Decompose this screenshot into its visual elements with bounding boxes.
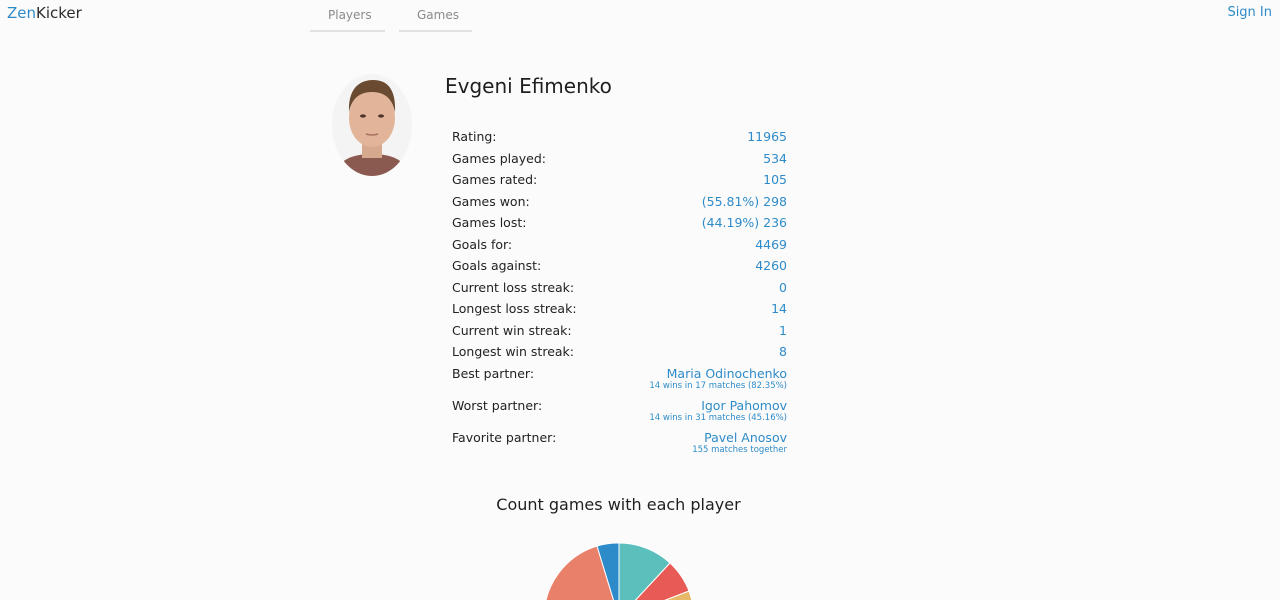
stat-row-rating: Rating: 11965 [452,126,787,148]
stat-row-games-rated: Games rated: 105 [452,169,787,191]
stat-row-longest-win-streak: Longest win streak: 8 [452,341,787,363]
stat-label: Longest loss streak: [452,301,577,316]
partner-value: Pavel Anosov 155 matches together [692,430,787,455]
stat-value: 11965 [747,129,787,144]
stat-row-games-won: Games won: (55.81%) 298 [452,191,787,213]
stat-row-current-win-streak: Current win streak: 1 [452,320,787,342]
favorite-partner-detail: 155 matches together [692,444,787,455]
stat-label: Games rated: [452,172,538,187]
stat-value: (44.19%) 236 [701,215,787,230]
stat-label: Games played: [452,150,547,166]
stat-label: Longest win streak: [452,344,574,359]
stat-value: 8 [779,344,787,359]
best-partner-link[interactable]: Maria Odinochenko [649,366,787,381]
worst-partner-detail: 14 wins in 31 matches (45.16%) [649,412,787,423]
main-nav-tabs: Players Games [310,0,472,32]
stat-value: 534 [763,150,787,166]
tab-games[interactable]: Games [399,0,472,32]
stat-value: 1 [779,322,787,338]
stat-label: Best partner: [452,365,535,381]
stat-row-games-played: Games played: 534 [452,148,787,170]
stat-label: Goals against: [452,258,542,273]
stat-row-games-lost: Games lost: (44.19%) 236 [452,212,787,234]
stat-value: 4260 [755,258,787,273]
stat-label: Rating: [452,129,497,144]
top-navigation-bar: ZenKicker Players Games Sign In [0,0,1280,40]
stat-value: 14 [771,301,787,316]
partner-value: Maria Odinochenko 14 wins in 17 matches … [649,366,787,391]
stat-row-worst-partner: Worst partner: Igor Pahomov 14 wins in 3… [452,395,787,427]
stat-value: 105 [763,172,787,187]
stat-value: (55.81%) 298 [701,193,787,209]
stat-label: Goals for: [452,236,513,252]
player-name-heading: Evgeni Efimenko [445,74,612,98]
player-avatar [332,74,412,176]
stat-row-best-partner: Best partner: Maria Odinochenko 14 wins … [452,363,787,395]
stat-value: 4469 [755,236,787,252]
favorite-partner-link[interactable]: Pavel Anosov [692,430,787,445]
logo-kicker-text: Kicker [36,4,82,22]
stat-row-current-loss-streak: Current loss streak: 0 [452,277,787,299]
tab-players[interactable]: Players [310,0,385,32]
games-per-player-pie [545,542,693,600]
worst-partner-link[interactable]: Igor Pahomov [649,398,787,413]
zenkicker-logo[interactable]: ZenKicker [7,3,82,23]
sign-in-link[interactable]: Sign In [1227,3,1272,23]
stat-label: Worst partner: [452,397,543,413]
stat-row-goals-against: Goals against: 4260 [452,255,787,277]
stat-row-goals-for: Goals for: 4469 [452,234,787,256]
stat-label: Favorite partner: [452,429,557,445]
stat-value: 0 [779,279,787,295]
partner-value: Igor Pahomov 14 wins in 31 matches (45.1… [649,398,787,423]
chart-title: Count games with each player [496,495,741,514]
logo-zen-text: Zen [7,4,37,22]
stat-label: Current loss streak: [452,279,575,295]
stat-row-longest-loss-streak: Longest loss streak: 14 [452,298,787,320]
stat-label: Current win streak: [452,322,572,338]
stat-label: Games won: [452,193,530,209]
stat-label: Games lost: [452,215,527,230]
player-stats-table: Rating: 11965 Games played: 534 Games ra… [452,126,787,459]
stat-row-favorite-partner: Favorite partner: Pavel Anosov 155 match… [452,427,787,459]
best-partner-detail: 14 wins in 17 matches (82.35%) [649,380,787,391]
player-photo-icon [332,74,412,176]
